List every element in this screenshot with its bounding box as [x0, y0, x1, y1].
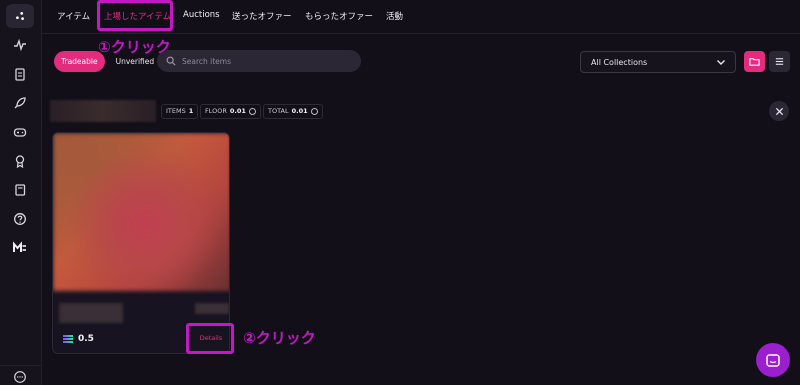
unverified-toggle[interactable]: Unverified: [109, 51, 162, 72]
stat-floor-label: FLOOR: [205, 107, 227, 115]
folder-view-button[interactable]: [744, 51, 765, 72]
tab-offers-made[interactable]: 送ったオファー: [232, 10, 292, 22]
left-rail: [0, 0, 42, 385]
clipboard-icon[interactable]: [10, 64, 30, 84]
step2-highlight-box: [186, 323, 234, 354]
tab-activity[interactable]: 活動: [386, 10, 403, 22]
collection-select-value: All Collections: [591, 57, 648, 67]
stat-items: ITEMS 1: [161, 104, 199, 119]
nft-price: 0.5: [63, 334, 94, 344]
nft-card[interactable]: 0.5: [52, 132, 230, 354]
tradeable-toggle[interactable]: Tradeable: [54, 51, 105, 72]
stat-items-label: ITEMS: [166, 107, 186, 115]
step2-annotation: ②クリック: [243, 329, 316, 347]
nft-price-value: 0.5: [78, 334, 94, 344]
stat-items-value: 1: [188, 107, 194, 115]
rocket-icon[interactable]: [10, 93, 30, 113]
stat-floor: FLOOR 0.01: [200, 104, 261, 119]
chat-icon: [766, 353, 780, 367]
tab-offers-received[interactable]: もらったオファー: [305, 10, 373, 22]
close-icon: [775, 107, 783, 115]
logo-icon[interactable]: [6, 4, 34, 28]
search-input[interactable]: Search items: [157, 50, 361, 72]
rail-divider: [0, 365, 42, 366]
close-button[interactable]: [769, 101, 789, 121]
search-icon: [166, 56, 176, 66]
activity-icon[interactable]: [10, 35, 30, 55]
stat-total-value: 0.01: [291, 107, 308, 115]
list-view-button[interactable]: [769, 51, 790, 72]
trade-filter-group: Tradeable Unverified: [54, 51, 161, 72]
more-icon[interactable]: [10, 367, 30, 385]
collection-select[interactable]: All Collections: [580, 51, 736, 73]
nft-meta-redacted: [195, 303, 229, 314]
gamepad-icon[interactable]: [10, 122, 30, 142]
help-icon[interactable]: [10, 209, 30, 229]
nft-image: [53, 133, 229, 291]
award-icon[interactable]: [10, 151, 30, 171]
chat-launcher-button[interactable]: [756, 343, 790, 377]
me-logo-icon[interactable]: [10, 238, 30, 258]
stat-total-label: TOTAL: [268, 107, 289, 115]
nft-name-redacted: [59, 303, 123, 323]
collection-banner: [50, 100, 156, 122]
solana-icon: [63, 335, 73, 343]
search-placeholder: Search items: [182, 56, 232, 66]
list-icon: [775, 58, 784, 65]
chevron-down-icon: [717, 60, 725, 65]
folder-icon: [749, 58, 760, 66]
step1-highlight-box: [97, 0, 173, 31]
stat-total: TOTAL 0.01: [263, 104, 323, 119]
tab-auctions[interactable]: Auctions: [183, 10, 220, 20]
sol-icon: [248, 108, 256, 115]
stat-floor-value: 0.01: [229, 107, 246, 115]
sol-icon: [310, 108, 318, 115]
book-icon[interactable]: [10, 180, 30, 200]
tab-items[interactable]: アイテム: [57, 10, 90, 22]
